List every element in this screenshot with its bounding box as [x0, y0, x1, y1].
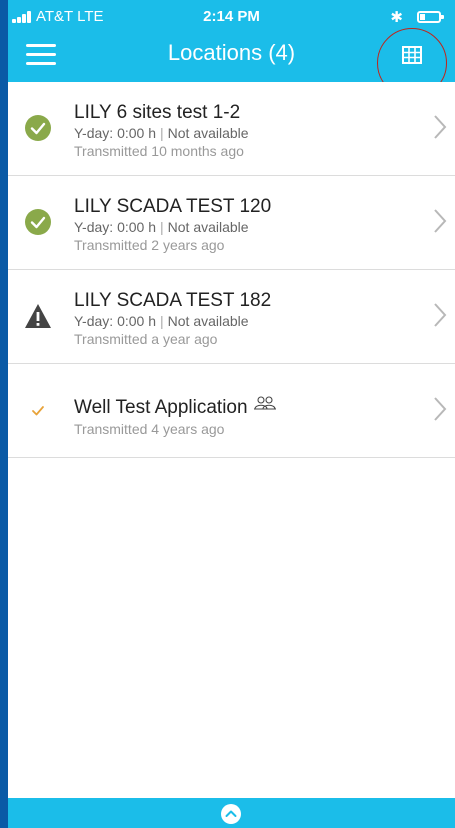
chevron-up-circle-icon[interactable]	[220, 803, 242, 825]
location-name: LILY SCADA TEST 182	[74, 290, 272, 311]
transmitted-time: Transmitted 4 years ago	[74, 421, 225, 437]
location-name-line: Well Test Application	[74, 395, 277, 419]
group-icon	[253, 396, 276, 410]
location-name: LILY 6 sites test 1-2	[74, 102, 241, 123]
check-circle-icon	[25, 209, 51, 235]
yday-value: Y-day: 0:00 h	[74, 219, 156, 235]
separator: |	[160, 125, 164, 141]
location-details: Y-day: 0:00 h | Not available	[74, 219, 249, 235]
yday-value: Y-day: 0:00 h	[74, 313, 156, 329]
check-circle-icon	[25, 115, 51, 141]
separator: |	[160, 313, 164, 329]
location-name: Well Test Application	[74, 397, 248, 418]
transmitted-time: Transmitted 2 years ago	[74, 237, 225, 253]
page-title: Locations (4)	[167, 40, 296, 65]
hamburger-menu-icon[interactable]	[26, 42, 56, 66]
location-row[interactable]: Well Test Application Transmitted 4 year…	[8, 364, 455, 458]
transmitted-time: Transmitted 10 months ago	[74, 143, 244, 159]
bottom-bar	[8, 798, 455, 828]
status-bar: AT&T LTE 2:14 PM ✱	[8, 8, 455, 30]
chevron-right-icon	[434, 303, 447, 327]
chevron-right-icon	[434, 115, 447, 139]
chevron-right-icon	[434, 397, 447, 421]
location-details: Y-day: 0:00 h | Not available	[74, 125, 249, 141]
location-row[interactable]: LILY SCADA TEST 120 Y-day: 0:00 h | Not av…	[8, 176, 455, 270]
yday-value: Y-day: 0:00 h	[74, 125, 156, 141]
app-screen: AT&T LTE 2:14 PM ✱ Locations (4) LILY 6 …	[8, 0, 455, 828]
location-row[interactable]: LILY SCADA TEST 182 Y-day: 0:00 h | Not av…	[8, 270, 455, 364]
location-row[interactable]: LILY 6 sites test 1-2 Y-day: 0:00 h | Not …	[8, 82, 455, 176]
status-time: 2:14 PM	[203, 8, 260, 25]
separator: |	[160, 219, 164, 235]
availability-value: Not available	[167, 219, 249, 235]
locations-list: LILY 6 sites test 1-2 Y-day: 0:00 h | Not …	[8, 82, 455, 458]
location-details: Y-day: 0:00 h | Not available	[74, 313, 249, 329]
transmitted-time: Transmitted a year ago	[74, 331, 218, 347]
warning-triangle-icon	[25, 304, 51, 328]
availability-value: Not available	[167, 313, 249, 329]
checkmark-icon	[32, 406, 44, 416]
chevron-right-icon	[434, 209, 447, 233]
location-name: LILY SCADA TEST 120	[74, 196, 272, 217]
availability-value: Not available	[167, 125, 249, 141]
bluetooth-icon: ✱	[390, 9, 403, 26]
battery-icon	[417, 11, 444, 23]
